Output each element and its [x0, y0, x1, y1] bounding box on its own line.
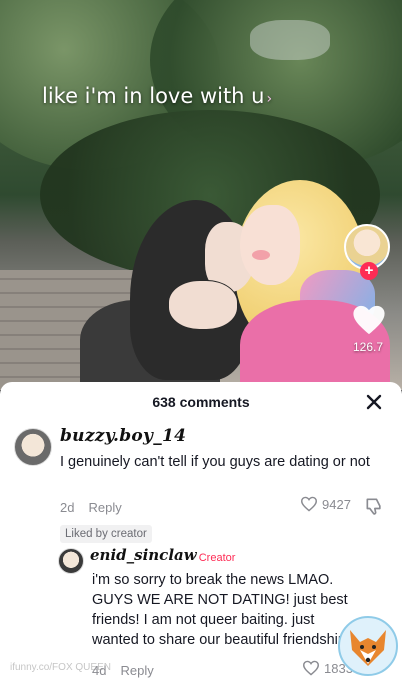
reply-button[interactable]: Reply — [120, 663, 153, 678]
follow-plus-icon[interactable]: + — [360, 262, 378, 280]
comments-header: 638 comments — [0, 382, 402, 422]
reply-button[interactable]: Reply — [88, 500, 121, 515]
heart-outline-icon — [300, 496, 318, 512]
comments-count: 638 comments — [152, 394, 250, 410]
watermark-text: ifunny.co/FOX QUEEN — [10, 662, 111, 673]
heart-outline-icon — [302, 660, 320, 676]
comment-username[interactable]: enid_sinclaw — [90, 546, 197, 564]
comment-text: i'm so sorry to break the news LMAO. GUY… — [92, 570, 374, 650]
caption-text: like i'm in love with u — [42, 84, 265, 108]
heart-icon[interactable] — [352, 304, 386, 336]
video-player[interactable]: like i'm in love with u › + 126.7 — [0, 0, 402, 390]
comment-text-line: GUYS WE ARE NOT DATING! just best — [92, 592, 348, 608]
avatar[interactable] — [58, 548, 84, 574]
comment-meta: 2d Reply — [60, 500, 122, 515]
character-blush — [252, 250, 270, 260]
creator-label: Creator — [198, 552, 236, 564]
avatar[interactable] — [14, 428, 52, 466]
dislike-icon[interactable] — [364, 496, 384, 516]
comment-like-button[interactable]: 9427 — [300, 496, 351, 512]
comment-text-line: i'm so sorry to break the news LMAO. — [92, 572, 334, 588]
comment-text: I genuinely can't tell if you guys are d… — [60, 454, 370, 470]
comment-like-count: 9427 — [322, 496, 351, 512]
caption-arrow-icon: › — [266, 91, 273, 107]
like-count: 126.7 — [352, 340, 384, 354]
close-icon[interactable] — [362, 390, 386, 414]
fox-logo-icon — [338, 616, 398, 676]
creator-badge: · Creator — [192, 552, 236, 564]
comment-age: 2d — [60, 500, 75, 515]
character-hand — [168, 280, 238, 330]
comment-text-line: friends! I am not queer baiting. just — [92, 612, 315, 628]
comment-text-line: wanted to share our beautiful friendship — [92, 632, 346, 648]
liked-by-creator-badge: Liked by creator — [60, 525, 152, 543]
character-blond-face — [240, 205, 300, 285]
comment-username[interactable]: buzzy.boy_14 — [60, 426, 186, 446]
background-sky — [250, 20, 330, 60]
video-caption: like i'm in love with u › — [42, 84, 272, 108]
